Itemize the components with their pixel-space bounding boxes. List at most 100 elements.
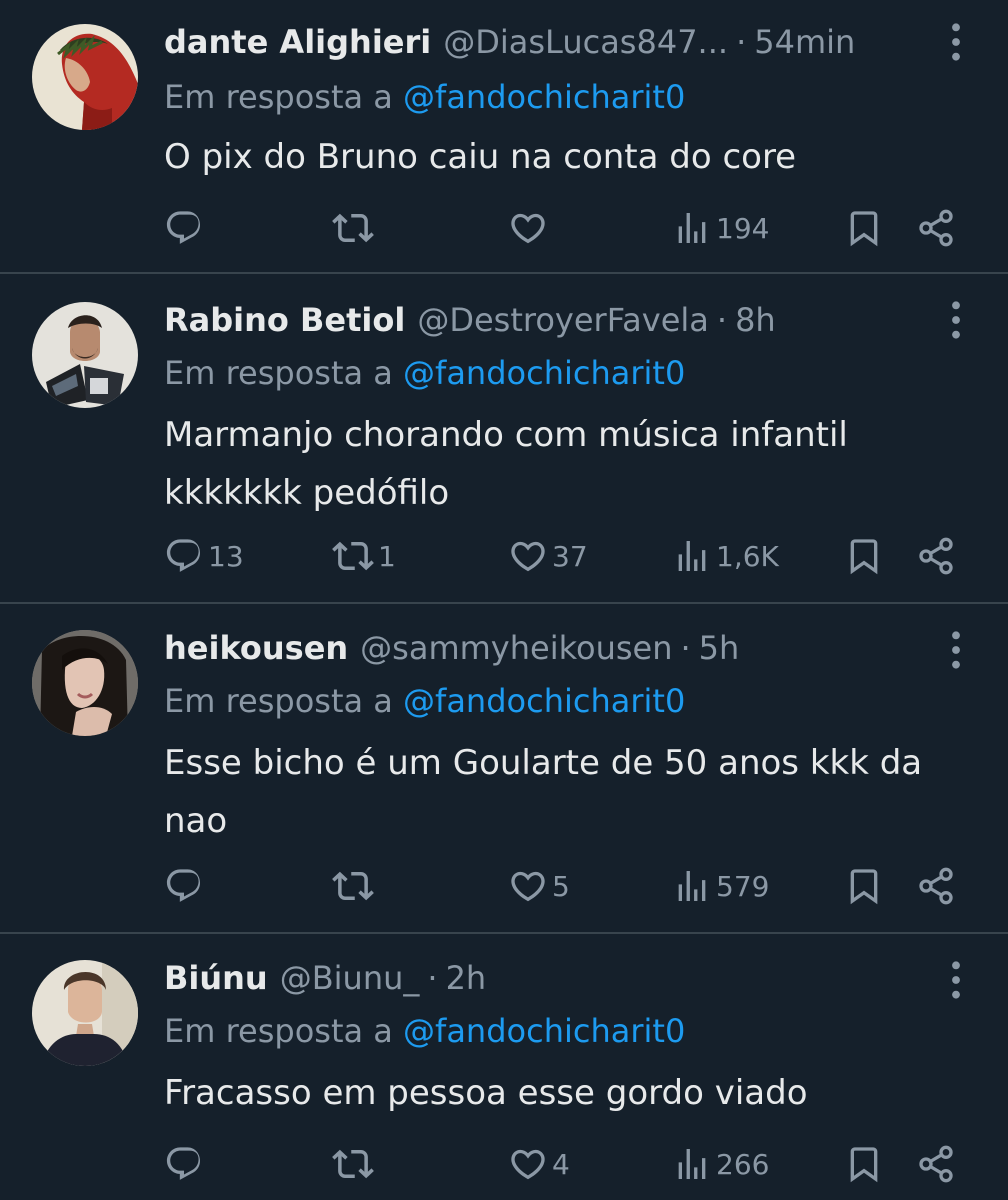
user-handle[interactable]: @DestroyerFavela	[417, 301, 709, 339]
views-button[interactable]: 579	[672, 864, 769, 908]
tweet-text: Marmanjo chorando com música infantil kk…	[164, 406, 964, 522]
bookmark-icon	[844, 208, 884, 248]
avatar[interactable]	[32, 24, 138, 130]
separator-dot: ·	[716, 301, 728, 339]
tweet[interactable]: Biúnu @Biunu_ · 2h Em resposta a @fandoc…	[0, 934, 1008, 1200]
reply-mention-link[interactable]: @fandochicharit0	[403, 1012, 685, 1050]
user-handle[interactable]: @Biunu_	[280, 959, 420, 997]
tweet-text-line: Esse bicho é um Goularte de 50 anos kkk …	[164, 743, 923, 783]
more-options-icon[interactable]	[938, 298, 974, 342]
display-name[interactable]: Rabino Betiol	[164, 301, 405, 339]
reply-button[interactable]	[164, 1142, 208, 1186]
display-name[interactable]: heikousen	[164, 629, 348, 667]
timestamp[interactable]: 5h	[699, 629, 740, 667]
bookmark-button[interactable]	[844, 534, 884, 578]
more-options-icon[interactable]	[938, 628, 974, 672]
like-button[interactable]: 5	[508, 864, 570, 908]
view-count: 579	[716, 869, 770, 903]
avatar[interactable]	[32, 630, 138, 736]
avatar[interactable]	[32, 960, 138, 1066]
bookmark-button[interactable]	[844, 864, 884, 908]
share-button[interactable]	[916, 1142, 956, 1186]
retweet-button[interactable]	[332, 206, 378, 250]
view-count: 194	[716, 211, 770, 245]
display-name[interactable]: Biúnu	[164, 959, 268, 997]
view-count: 1,6K	[716, 539, 779, 573]
more-options-icon[interactable]	[938, 20, 974, 64]
share-button[interactable]	[916, 534, 956, 578]
avatar[interactable]	[32, 302, 138, 408]
share-button[interactable]	[916, 206, 956, 250]
tweet-header: heikousen @sammyheikousen · 5h	[164, 626, 739, 670]
retweet-icon	[332, 207, 374, 249]
separator-dot: ·	[736, 23, 747, 61]
tweet-text: Fracasso em pessoa esse gordo viado	[164, 1064, 964, 1122]
views-icon	[672, 536, 712, 576]
user-handle[interactable]: @sammyheikousen	[360, 629, 672, 667]
reply-prefix: Em resposta a	[164, 354, 393, 392]
reply-count: 13	[208, 539, 244, 573]
reply-icon	[164, 208, 204, 248]
reply-button[interactable]	[164, 206, 208, 250]
tweet-header: Biúnu @Biunu_ · 2h	[164, 956, 486, 1000]
views-icon	[672, 866, 712, 906]
tweet[interactable]: Rabino Betiol @DestroyerFavela · 8h Em r…	[0, 274, 1008, 602]
retweet-icon	[332, 1143, 374, 1185]
like-button[interactable]	[508, 206, 552, 250]
reply-context: Em resposta a @fandochicharit0	[164, 354, 685, 392]
reply-mention-link[interactable]: @fandochicharit0	[403, 78, 685, 116]
heart-icon	[508, 866, 548, 906]
heart-icon	[508, 1144, 548, 1184]
reply-context: Em resposta a @fandochicharit0	[164, 1012, 685, 1050]
bookmark-button[interactable]	[844, 1142, 884, 1186]
tweet-text-line: Fracasso em pessoa esse gordo viado	[164, 1073, 808, 1113]
reply-prefix: Em resposta a	[164, 1012, 393, 1050]
views-icon	[672, 208, 712, 248]
tweet-text-line: nao	[164, 801, 228, 841]
retweet-button[interactable]: 1	[332, 534, 396, 578]
tweet-text-line: O pix do Bruno caiu na conta do core	[164, 137, 797, 177]
timestamp[interactable]: 54min	[754, 23, 855, 61]
share-button[interactable]	[916, 864, 956, 908]
reply-context: Em resposta a @fandochicharit0	[164, 78, 685, 116]
tweet-header: Rabino Betiol @DestroyerFavela · 8h	[164, 298, 776, 342]
timestamp[interactable]: 2h	[446, 959, 487, 997]
like-count: 4	[552, 1147, 570, 1181]
display-name[interactable]: dante Alighieri	[164, 23, 431, 61]
reply-icon	[164, 1144, 204, 1184]
retweet-button[interactable]	[332, 1142, 378, 1186]
separator-dot: ·	[427, 959, 438, 997]
reply-icon	[164, 866, 204, 906]
reply-mention-link[interactable]: @fandochicharit0	[403, 682, 685, 720]
views-button[interactable]: 1,6K	[672, 534, 779, 578]
reply-prefix: Em resposta a	[164, 682, 393, 720]
share-icon	[916, 1144, 956, 1184]
reply-context: Em resposta a @fandochicharit0	[164, 682, 685, 720]
retweet-button[interactable]	[332, 864, 378, 908]
bookmark-button[interactable]	[844, 206, 884, 250]
views-button[interactable]: 194	[672, 206, 769, 250]
view-count: 266	[716, 1147, 770, 1181]
more-options-icon[interactable]	[938, 958, 974, 1002]
heart-icon	[508, 208, 548, 248]
like-button[interactable]: 4	[508, 1142, 570, 1186]
share-icon	[916, 866, 956, 906]
like-button[interactable]: 37	[508, 534, 588, 578]
timestamp[interactable]: 8h	[735, 301, 776, 339]
reply-prefix: Em resposta a	[164, 78, 393, 116]
retweet-count: 1	[378, 539, 396, 573]
heart-icon	[508, 536, 548, 576]
reply-mention-link[interactable]: @fandochicharit0	[403, 354, 685, 392]
tweet[interactable]: heikousen @sammyheikousen · 5h Em respos…	[0, 604, 1008, 932]
views-button[interactable]: 266	[672, 1142, 769, 1186]
user-handle[interactable]: @DiasLucas847...	[443, 23, 728, 61]
retweet-icon	[332, 535, 374, 577]
reply-button[interactable]	[164, 864, 208, 908]
share-icon	[916, 208, 956, 248]
retweet-icon	[332, 865, 374, 907]
tweet-header: dante Alighieri @DiasLucas847... · 54min	[164, 20, 855, 64]
tweet-text: O pix do Bruno caiu na conta do core	[164, 128, 964, 186]
tweet[interactable]: dante Alighieri @DiasLucas847... · 54min…	[0, 0, 1008, 272]
views-icon	[672, 1144, 712, 1184]
reply-button[interactable]: 13	[164, 534, 244, 578]
